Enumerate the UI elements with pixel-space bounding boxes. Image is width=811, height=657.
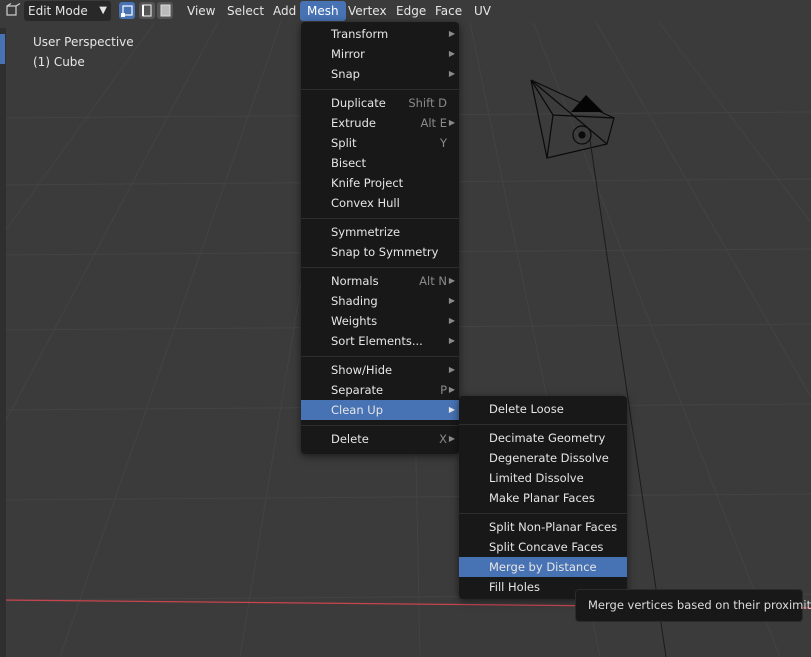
menu-item-make-planar-faces[interactable]: Make Planar Faces	[459, 488, 627, 508]
menu-item-bisect[interactable]: Bisect	[301, 153, 459, 173]
menu-separator	[459, 513, 627, 514]
menu-item-degenerate-dissolve[interactable]: Degenerate Dissolve	[459, 448, 627, 468]
menu-vertex[interactable]: Vertex	[341, 1, 394, 21]
chevron-right-icon: ▶	[448, 365, 455, 374]
menu-item-merge-by-distance[interactable]: Merge by Distance	[459, 557, 627, 577]
menu-item-sort-elements[interactable]: Sort Elements... ▶	[301, 331, 459, 351]
menu-item-duplicate[interactable]: Duplicate Shift D	[301, 93, 459, 113]
menu-face[interactable]: Face	[428, 1, 469, 21]
menu-item-snap[interactable]: Snap ▶	[301, 64, 459, 84]
chevron-right-icon: ▶	[448, 69, 455, 78]
menu-select[interactable]: Select	[220, 1, 271, 21]
menu-item-extrude[interactable]: Extrude Alt E ▶	[301, 113, 459, 133]
menu-item-mirror[interactable]: Mirror ▶	[301, 44, 459, 64]
menu-item-split-non-planar-faces[interactable]: Split Non-Planar Faces	[459, 517, 627, 537]
menu-item-delete-loose[interactable]: Delete Loose	[459, 399, 627, 419]
active-object-label: (1) Cube	[33, 55, 85, 69]
menu-item-separate[interactable]: Separate P ▶	[301, 380, 459, 400]
menu-item-symmetrize[interactable]: Symmetrize	[301, 222, 459, 242]
menu-separator	[301, 267, 459, 268]
menu-separator	[301, 425, 459, 426]
face-select-mode-button[interactable]	[157, 2, 173, 19]
mode-label: Edit Mode	[28, 4, 88, 18]
menu-add[interactable]: Add	[266, 1, 303, 21]
menu-item-knife-project[interactable]: Knife Project	[301, 173, 459, 193]
menu-separator	[459, 424, 627, 425]
chevron-down-icon: ▼	[99, 5, 107, 16]
menu-mesh[interactable]: Mesh	[300, 1, 346, 21]
chevron-right-icon: ▶	[448, 434, 455, 443]
menu-item-normals[interactable]: Normals Alt N ▶	[301, 271, 459, 291]
menu-item-clean-up[interactable]: Clean Up ▶	[301, 400, 459, 420]
viewport-header: Edit Mode ▼ View Select Add Mesh Vertex …	[0, 0, 811, 22]
chevron-right-icon: ▶	[448, 49, 455, 58]
mode-dropdown[interactable]: Edit Mode ▼	[24, 1, 111, 21]
edge-select-mode-button[interactable]	[139, 2, 155, 19]
menu-item-shading[interactable]: Shading ▶	[301, 291, 459, 311]
menu-separator	[301, 356, 459, 357]
editor-type-icon[interactable]	[5, 2, 23, 19]
chevron-right-icon: ▶	[448, 296, 455, 305]
menu-item-convex-hull[interactable]: Convex Hull	[301, 193, 459, 213]
cleanup-submenu: Delete Loose Decimate Geometry Degenerat…	[459, 396, 627, 599]
chevron-right-icon: ▶	[448, 405, 455, 414]
camera-center-dot	[578, 131, 586, 139]
menu-item-show-hide[interactable]: Show/Hide ▶	[301, 360, 459, 380]
tooltip: Merge vertices based on their proximity.	[575, 589, 811, 622]
menu-item-weights[interactable]: Weights ▶	[301, 311, 459, 331]
menu-item-split[interactable]: Split Y	[301, 133, 459, 153]
menu-separator	[301, 218, 459, 219]
chevron-right-icon: ▶	[448, 276, 455, 285]
menu-item-split-concave-faces[interactable]: Split Concave Faces	[459, 537, 627, 557]
menu-item-snap-to-symmetry[interactable]: Snap to Symmetry	[301, 242, 459, 262]
menu-view[interactable]: View	[180, 1, 222, 21]
camera-up-triangle-icon	[571, 95, 603, 112]
mesh-menu: Transform ▶ Mirror ▶ Snap ▶ Duplicate Shift …	[301, 22, 459, 454]
menu-edge[interactable]: Edge	[389, 1, 433, 21]
chevron-right-icon: ▶	[448, 118, 455, 127]
chevron-right-icon: ▶	[448, 316, 455, 325]
menu-item-delete[interactable]: Delete X ▶	[301, 429, 459, 449]
chevron-right-icon: ▶	[448, 336, 455, 345]
menu-separator	[301, 89, 459, 90]
perspective-label: User Perspective	[33, 35, 134, 49]
menu-item-transform[interactable]: Transform ▶	[301, 24, 459, 44]
viewport-info: User Perspective (1) Cube	[33, 32, 134, 72]
menu-item-limited-dissolve[interactable]: Limited Dissolve	[459, 468, 627, 488]
chevron-right-icon: ▶	[448, 385, 455, 394]
chevron-right-icon: ▶	[448, 29, 455, 38]
menu-uv[interactable]: UV	[467, 1, 498, 21]
menu-item-decimate-geometry[interactable]: Decimate Geometry	[459, 428, 627, 448]
vertex-select-mode-button[interactable]	[119, 2, 135, 19]
